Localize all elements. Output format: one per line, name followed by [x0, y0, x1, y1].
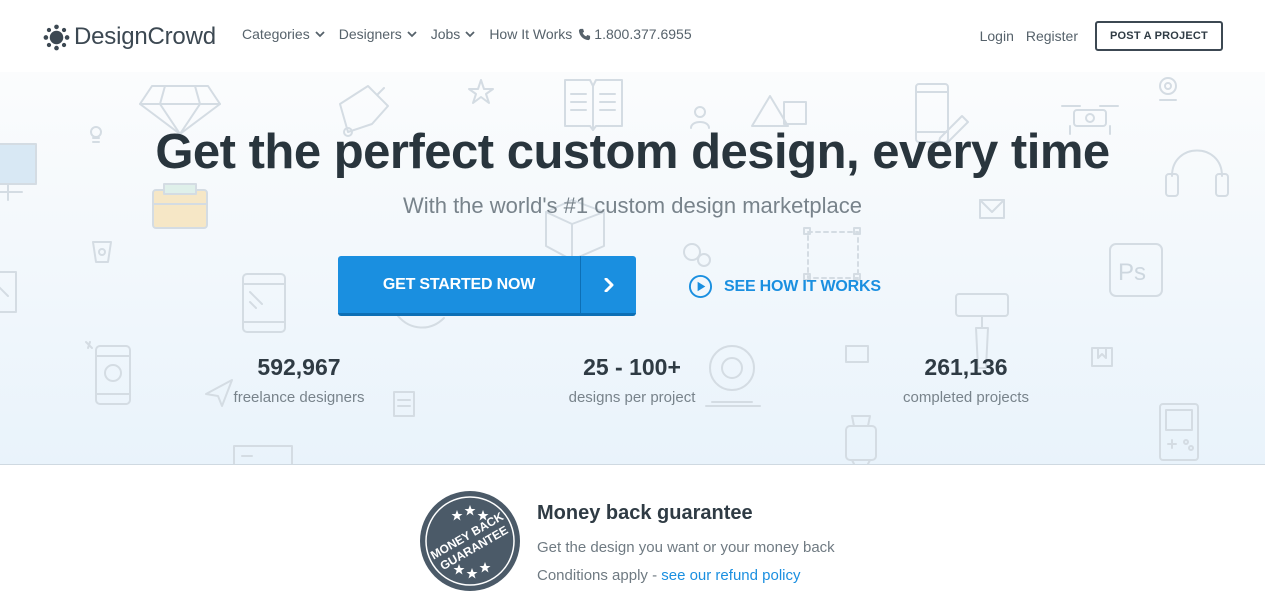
cup-icon: [92, 241, 112, 263]
refund-policy-link[interactable]: see our refund policy: [661, 567, 800, 584]
post-project-button[interactable]: POST A PROJECT: [1095, 21, 1223, 51]
designcrowd-logo-icon: [43, 24, 70, 50]
see-how-it-works-label: SEE HOW IT WORKS: [724, 277, 881, 295]
get-started-label: GET STARTED NOW: [382, 275, 536, 293]
login-link[interactable]: Login: [980, 28, 1014, 44]
photoshop-icon: Ps: [1109, 243, 1163, 297]
nav-how-it-works[interactable]: How It Works: [489, 26, 572, 42]
conditions-text: Conditions apply -: [537, 567, 662, 584]
phone-number-text: 1.800.377.6955: [594, 26, 692, 42]
nav-jobs-label: Jobs: [430, 26, 461, 42]
hero-title: Get the perfect custom design, every tim…: [155, 125, 1110, 179]
stat-value: 25 - 100+: [583, 354, 681, 380]
stat-label: designs per project: [568, 389, 696, 406]
guarantee-conditions: Conditions apply - see our refund policy: [537, 567, 800, 584]
stat-value: 261,136: [924, 354, 1008, 380]
guarantee-title: Money back guarantee: [537, 502, 753, 524]
register-link[interactable]: Register: [1026, 28, 1078, 44]
stat-completed-projects: 261,136 completed projects: [856, 354, 1076, 406]
svg-text:Ps: Ps: [1118, 259, 1146, 286]
main-nav: Categories Designers Jobs How It Works 1…: [242, 26, 692, 42]
hero-section: Ps Get the perfect custom design, every …: [0, 72, 1265, 465]
browser-icon: [233, 445, 293, 464]
logo[interactable]: DesignCrowd: [43, 22, 216, 52]
site-header: DesignCrowd Categories Designers Jobs Ho…: [0, 0, 1265, 72]
bookmark-icon: [1091, 347, 1113, 367]
chevron-down-icon: [407, 31, 417, 38]
gameboy-icon: [1159, 403, 1199, 461]
chevron-down-icon: [315, 31, 325, 38]
cta-arrow: [581, 256, 636, 313]
stat-value: 592,967: [257, 354, 341, 380]
book-icon: [564, 79, 623, 131]
arc-icon: [397, 315, 445, 329]
chevron-right-icon: [604, 277, 613, 292]
phone-number[interactable]: 1.800.377.6955: [578, 26, 692, 42]
canvas-icon: [803, 227, 861, 281]
nav-categories[interactable]: Categories: [242, 26, 325, 42]
shapes-icon: [751, 95, 807, 127]
edge-device-icon: [0, 271, 17, 313]
stat-label: freelance designers: [233, 389, 365, 406]
chat-icon: [683, 243, 711, 267]
play-circle-icon: [688, 274, 713, 299]
nav-categories-label: Categories: [242, 26, 310, 42]
webcam-small-icon: [1159, 77, 1177, 101]
mobile-app-icon: [85, 341, 131, 405]
smartwatch-icon: [845, 415, 877, 464]
nav-how-it-works-label: How It Works: [489, 26, 573, 42]
nav-designers[interactable]: Designers: [339, 26, 417, 42]
stat-label: completed projects: [903, 389, 1029, 406]
account-nav: Login Register POST A PROJECT: [980, 21, 1223, 51]
phone-icon: [579, 28, 591, 40]
money-back-badge-icon: MONEY BACK GUARANTEE: [420, 491, 520, 591]
brand-name: DesignCrowd: [74, 23, 216, 50]
chevron-down-icon: [465, 31, 475, 38]
guarantee-description: Get the design you want or your money ba…: [537, 539, 835, 556]
nav-designers-label: Designers: [338, 26, 402, 42]
star-icon: [468, 79, 494, 104]
tablet-icon: [242, 273, 286, 333]
see-how-it-works-link[interactable]: SEE HOW IT WORKS: [688, 274, 881, 299]
nav-jobs[interactable]: Jobs: [431, 26, 476, 42]
hero-subtitle: With the world's #1 custom design market…: [402, 193, 863, 218]
stat-designs-per-project: 25 - 100+ designs per project: [522, 354, 742, 406]
get-started-button[interactable]: GET STARTED NOW: [338, 256, 636, 316]
stat-designers: 592,967 freelance designers: [189, 354, 409, 406]
